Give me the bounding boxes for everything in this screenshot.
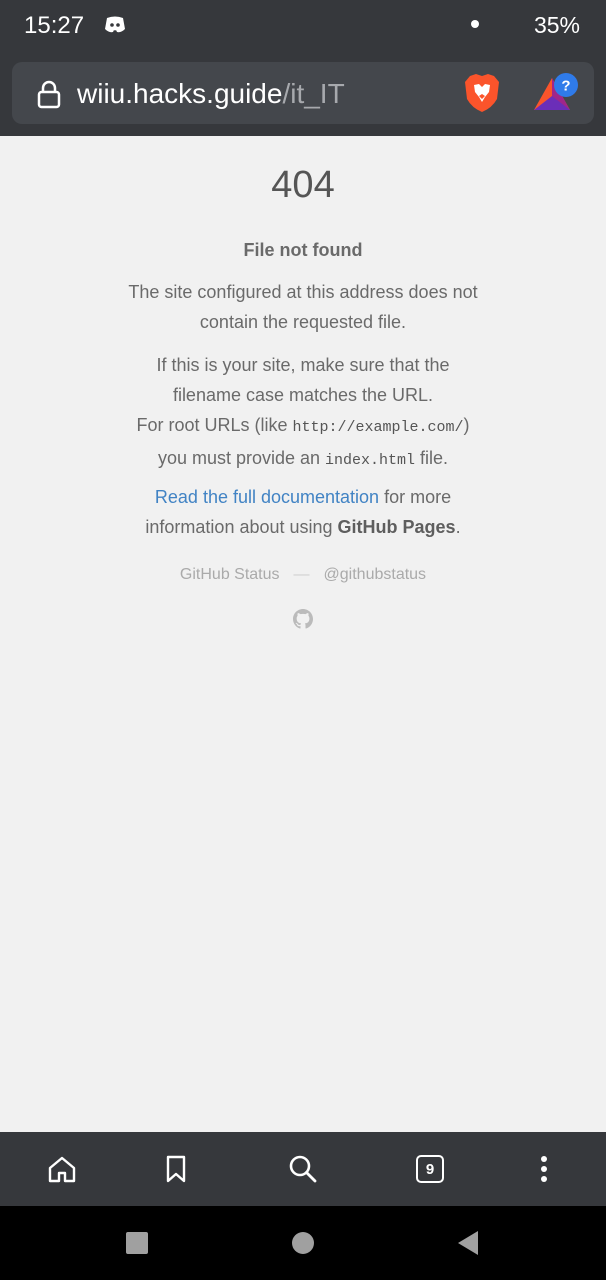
home-icon — [48, 1156, 76, 1183]
index-file-code: index.html — [325, 452, 416, 469]
browser-toolbar: wiiu.hacks.guide/it_IT ? — [0, 52, 606, 136]
discord-icon — [105, 16, 125, 33]
documentation-line-2-prefix: information about using — [145, 517, 338, 537]
description-line-1: The site configured at this address does… — [128, 282, 478, 302]
instructions-paragraph: If this is your site, make sure that the… — [0, 350, 606, 476]
github-pages-strong: GitHub Pages — [337, 517, 456, 537]
instructions-line-3-prefix: For root URLs (like — [136, 415, 293, 435]
instructions-line-2: filename case matches the URL. — [172, 385, 434, 405]
footer-links: GitHub Status — @githubstatus — [0, 566, 606, 584]
footer-separator: — — [293, 566, 310, 583]
url-text[interactable]: wiiu.hacks.guide/it_IT — [77, 78, 345, 110]
bookmark-icon — [166, 1155, 186, 1183]
svg-text:?: ? — [561, 78, 570, 95]
instructions-line-4-suffix: file. — [415, 448, 449, 468]
back-icon — [458, 1231, 478, 1255]
back-button[interactable] — [438, 1206, 498, 1280]
more-icon — [541, 1156, 547, 1182]
description-line-2: contain the requested file. — [199, 312, 407, 332]
brave-shield-icon[interactable] — [462, 72, 502, 114]
documentation-line-2: information about using GitHub Pages. — [0, 512, 606, 542]
documentation-line-2-suffix: . — [455, 517, 461, 537]
documentation-line-1-suffix: for more — [379, 487, 452, 507]
system-home-button[interactable] — [273, 1206, 333, 1280]
search-button[interactable] — [273, 1132, 333, 1206]
example-url-code: http://example.com/ — [292, 419, 464, 436]
twitter-status-link[interactable]: @githubstatus — [324, 566, 427, 583]
recents-icon — [126, 1232, 148, 1254]
notification-dot — [471, 20, 479, 28]
url-path: /it_IT — [282, 78, 345, 109]
tabs-button[interactable]: 9 — [400, 1132, 460, 1206]
documentation-line-1: Read the full documentation for more — [0, 482, 606, 512]
address-bar[interactable]: wiiu.hacks.guide/it_IT ? — [12, 62, 594, 124]
bookmarks-button[interactable] — [146, 1132, 206, 1206]
brave-rewards-icon[interactable]: ? — [532, 70, 582, 116]
instructions-line-1: If this is your site, make sure that the — [156, 355, 450, 375]
tab-count: 9 — [416, 1155, 444, 1183]
error-title: File not found — [243, 240, 363, 260]
system-navigation-bar — [0, 1206, 606, 1280]
recents-button[interactable] — [107, 1206, 167, 1280]
status-bar: 15:27 35% — [0, 0, 606, 52]
error-code: 404 — [271, 164, 335, 206]
github-icon[interactable] — [293, 609, 313, 629]
instructions-line-3: For root URLs (like http://example.com/) — [0, 410, 606, 443]
url-host: wiiu.hacks.guide — [77, 78, 283, 109]
status-time: 15:27 — [24, 12, 85, 39]
home-circle-icon — [292, 1232, 314, 1254]
instructions-line-3-suffix: ) — [463, 415, 470, 435]
description-paragraph: The site configured at this address does… — [0, 277, 606, 337]
instructions-line-4: you must provide an index.html file. — [0, 443, 606, 476]
battery-level: 35% — [533, 12, 580, 38]
instructions-line-4-prefix: you must provide an — [157, 448, 326, 468]
search-icon — [289, 1155, 317, 1183]
page-content: 404 File not found The site configured a… — [0, 136, 606, 1132]
home-button[interactable] — [32, 1132, 92, 1206]
lock-icon[interactable] — [34, 79, 64, 109]
documentation-paragraph: Read the full documentation for more inf… — [0, 482, 606, 542]
github-status-link[interactable]: GitHub Status — [180, 566, 280, 583]
documentation-link[interactable]: Read the full documentation — [155, 487, 379, 507]
menu-button[interactable] — [514, 1132, 574, 1206]
browser-bottom-toolbar: 9 — [0, 1132, 606, 1206]
